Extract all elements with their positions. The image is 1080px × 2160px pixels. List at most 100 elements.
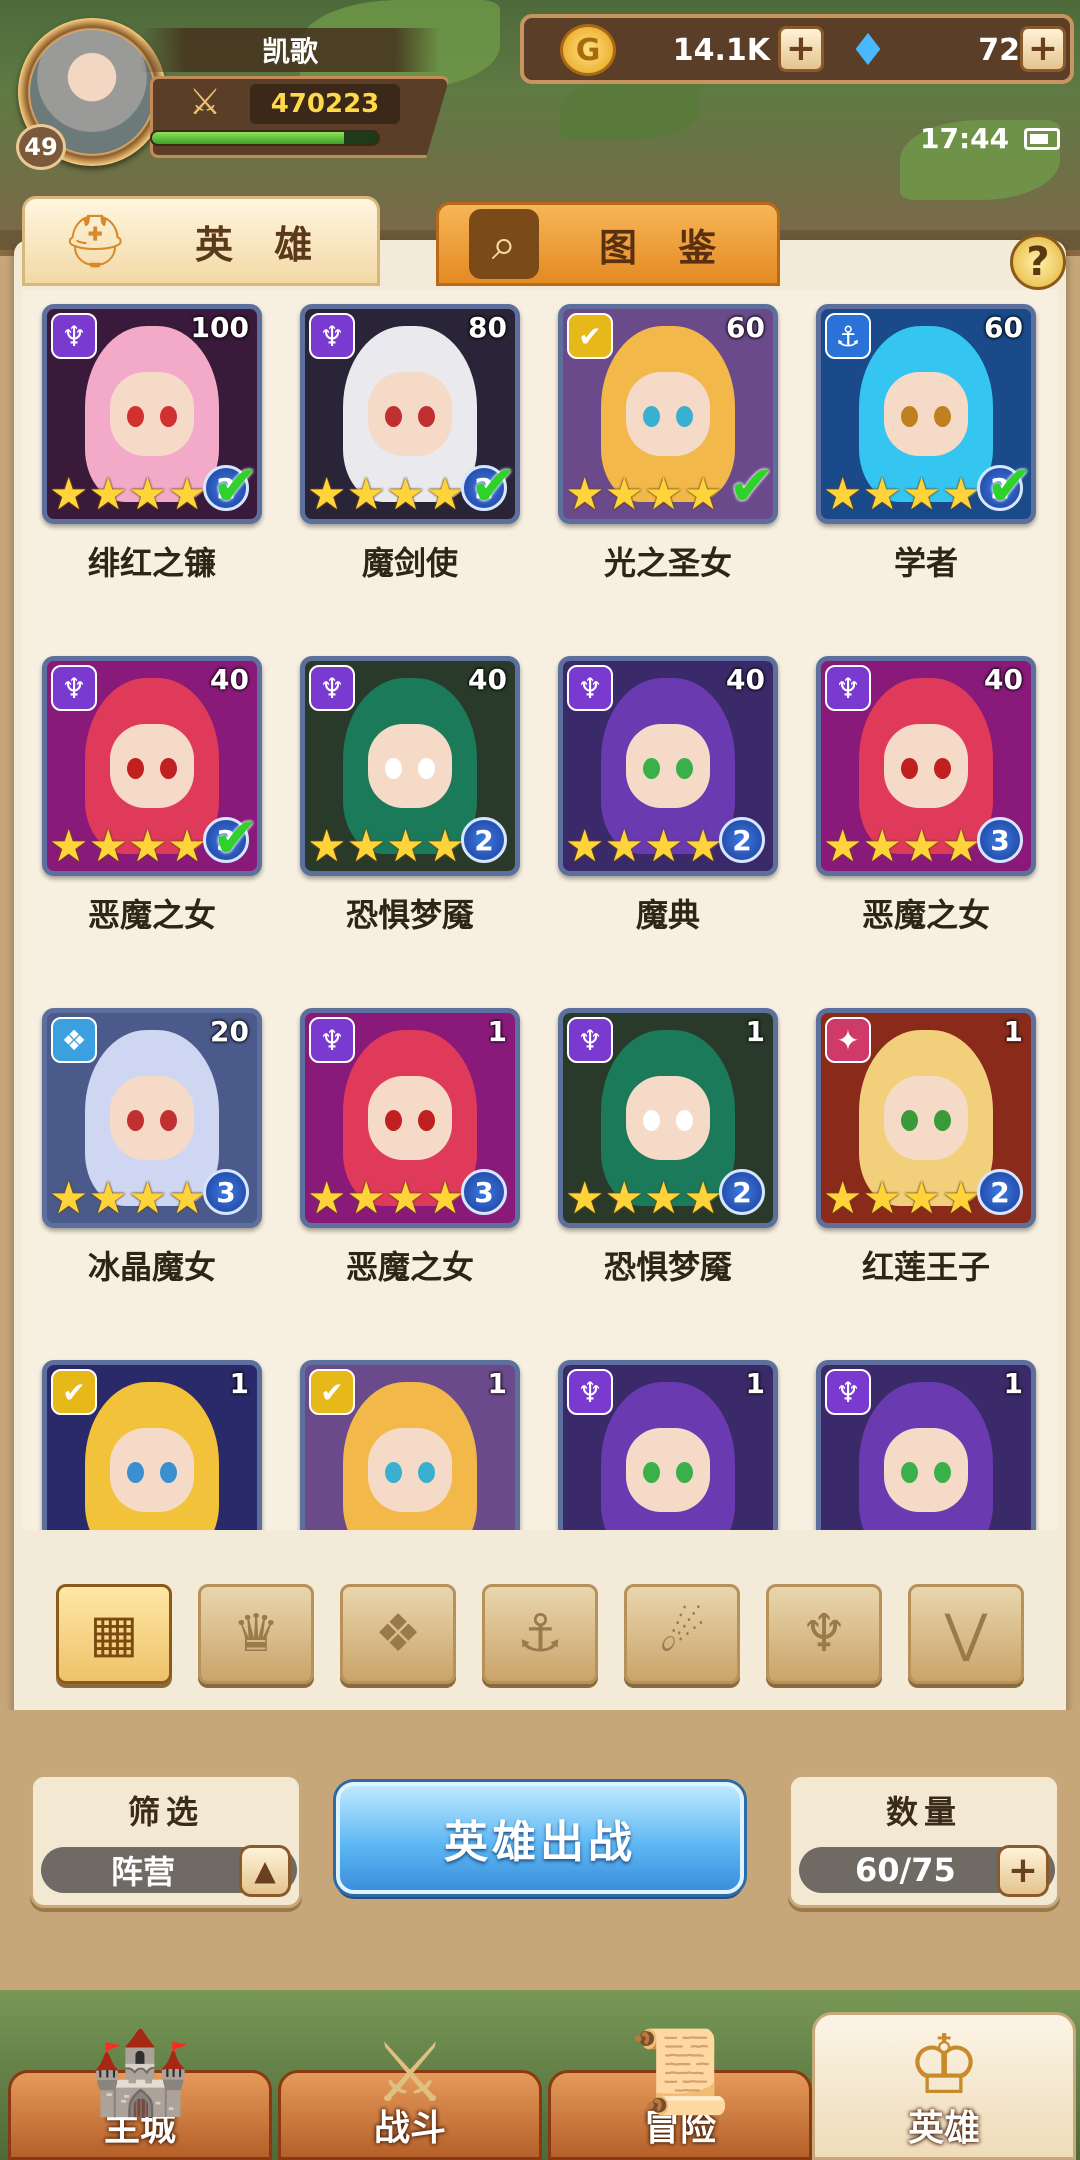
star-icon: ★ (941, 1173, 981, 1224)
tab-heroes-label: 英 雄 (195, 222, 327, 267)
hero-rank-badge: 2 (977, 1169, 1023, 1215)
hero-stars: ★ ★ ★ ★ (49, 1177, 207, 1221)
hero-level: 1 (745, 1015, 765, 1048)
star-icon: ★ (643, 821, 684, 872)
gold-coin-icon: G (560, 24, 616, 76)
hero-name: 绯红之镰 (87, 544, 216, 582)
star-icon: ★ (346, 1173, 386, 1224)
add-gold-button[interactable]: + (778, 26, 824, 72)
star-icon: ★ (862, 1173, 902, 1224)
filter-light-faction-button[interactable]: ⋁ (908, 1584, 1024, 1684)
help-icon[interactable]: ? (1010, 234, 1066, 290)
experience-bar (150, 130, 380, 146)
nav-adventure-button[interactable]: 📜 冒险 (548, 2025, 812, 2160)
star-icon: ★ (88, 469, 128, 520)
hero-card[interactable]: ♆ 1 ★ ★ ★ ★ 2 (558, 1008, 778, 1228)
star-icon: ★ (604, 821, 644, 872)
filter-beast-faction-button[interactable]: ☄ (624, 1584, 740, 1684)
star-icon: ★ (862, 821, 902, 872)
hero-level: 60 (984, 311, 1023, 344)
filter-title: 筛选 (127, 1793, 204, 1831)
hero-rank-badge: 2 (719, 1169, 765, 1215)
hero-card[interactable]: ✔ 60 ★ ★ ★ ★ ✔ (558, 304, 778, 524)
hero-stars: ★ ★ ★ ★ (49, 825, 207, 869)
dark-faction-icon: ♆ (567, 665, 613, 711)
star-icon: ★ (604, 469, 644, 520)
star-icon: ★ (385, 821, 426, 872)
light-faction-icon: ✔ (567, 313, 613, 359)
filter-dark-faction-button[interactable]: ♆ (766, 1584, 882, 1684)
diamond-icon: ♦ (848, 24, 888, 76)
star-icon: ★ (385, 469, 426, 520)
hero-card[interactable]: ✦ 1 ★ ★ ★ ★ 2 (816, 1008, 1036, 1228)
dark-faction-icon: ♆ (309, 1017, 355, 1063)
hero-card[interactable]: ♆ 80 ★ ★ ★ ★ 2 ✔ (300, 304, 520, 524)
hero-card[interactable]: ⚓ 60 ★ ★ ★ ★ 2 ✔ (816, 304, 1036, 524)
hero-name: 学者 (893, 544, 958, 582)
star-icon: ★ (901, 1173, 942, 1224)
star-icon: ★ (88, 1173, 128, 1224)
filter-anchor-faction-button[interactable]: ⚓ (482, 1584, 598, 1684)
star-icon: ★ (643, 469, 684, 520)
hero-card[interactable]: ♆ 40 ★ ★ ★ ★ 2 (300, 656, 520, 876)
hero-icon: ♔ (907, 2017, 981, 2113)
hero-grid[interactable]: ♆ 100 ★ ★ ★ ★ 2 ✔ 绯红之镰 ♆ 80 ★ ★ ★ ★ 2 ✔ 魔剑使 ✔ 60 ★ ★ ★ ★ ✔ 光之圣女 ⚓ 6… (22, 290, 1058, 1530)
nav-hero-button[interactable]: ♔ 英雄 (812, 2012, 1076, 2160)
hero-card[interactable]: ❖ 20 ★ ★ ★ ★ 3 (42, 1008, 262, 1228)
add-gems-button[interactable]: + (1020, 26, 1066, 72)
star-icon: ★ (604, 1173, 644, 1224)
hero-card[interactable]: ✔ 1 (42, 1360, 262, 1530)
hero-card[interactable]: ♆ 40 ★ ★ ★ ★ 3 (816, 656, 1036, 876)
hero-level: 80 (468, 311, 507, 344)
star-icon: ★ (565, 821, 605, 872)
dark-faction-icon: ♆ (51, 313, 97, 359)
expand-capacity-button[interactable]: + (997, 1845, 1049, 1897)
hero-name: 红莲王子 (861, 1248, 990, 1286)
hero-stars: ★ ★ ★ ★ (307, 825, 465, 869)
filter-grid-button[interactable]: ▦ (56, 1584, 172, 1684)
hero-card[interactable]: ♆ 40 ★ ★ ★ ★ 2 (558, 656, 778, 876)
tab-heroes[interactable]: ⛑ 英 雄 (22, 196, 380, 286)
tab-codex[interactable]: ⌕ 图 鉴 (436, 202, 780, 286)
hero-card[interactable]: ♆ 100 ★ ★ ★ ★ 2 ✔ (42, 304, 262, 524)
deploy-heroes-button[interactable]: 英雄出战 (336, 1782, 744, 1894)
magnifier-book-icon: ⌕ (469, 209, 539, 279)
gold-amount: 14.1K (672, 32, 770, 68)
filter-toggle-arrow-icon[interactable]: ▲ (239, 1845, 291, 1897)
hero-name: 光之圣女 (603, 544, 732, 582)
star-icon: ★ (167, 469, 207, 520)
hero-card[interactable]: ♆ 1 (558, 1360, 778, 1530)
star-icon: ★ (643, 1173, 684, 1224)
hero-level: 60 (726, 311, 765, 344)
hero-card[interactable]: ♆ 1 (816, 1360, 1036, 1530)
nav-battle-button[interactable]: ⚔ 战斗 (278, 2026, 542, 2160)
star-icon: ★ (127, 1173, 168, 1224)
deployed-check-icon: ✔ (470, 454, 517, 519)
ice-faction-icon: ❖ (374, 1604, 422, 1664)
star-icon: ★ (683, 821, 723, 872)
hero-card[interactable]: ✔ 1 (300, 1360, 520, 1530)
grid-icon: ▦ (89, 1604, 139, 1664)
nav-city-button[interactable]: 🏰 主城 (8, 2025, 272, 2160)
beast-faction-icon: ☄ (658, 1604, 706, 1664)
hero-level: 40 (210, 663, 249, 696)
hero-rank-badge: 3 (977, 817, 1023, 863)
deployed-check-icon: ✔ (212, 454, 259, 519)
star-icon: ★ (49, 469, 89, 520)
filter-fire-faction-button[interactable]: ♛ (198, 1584, 314, 1684)
deployed-check-icon: ✔ (212, 806, 259, 871)
star-icon: ★ (167, 1173, 207, 1224)
dark-faction-icon: ♆ (825, 665, 871, 711)
filter-ice-faction-button[interactable]: ❖ (340, 1584, 456, 1684)
hero-rank-badge: 3 (461, 1169, 507, 1215)
hero-card[interactable]: ♆ 40 ★ ★ ★ ★ 3 ✔ (42, 656, 262, 876)
fire-faction-icon: ♛ (232, 1604, 280, 1664)
star-icon: ★ (167, 821, 207, 872)
hero-card[interactable]: ♆ 1 ★ ★ ★ ★ 3 (300, 1008, 520, 1228)
star-icon: ★ (823, 821, 863, 872)
hero-level: 40 (726, 663, 765, 696)
light-faction-icon: ⋁ (944, 1604, 988, 1664)
star-icon: ★ (862, 469, 902, 520)
hero-name: 冰晶魔女 (87, 1248, 216, 1286)
star-icon: ★ (823, 469, 863, 520)
